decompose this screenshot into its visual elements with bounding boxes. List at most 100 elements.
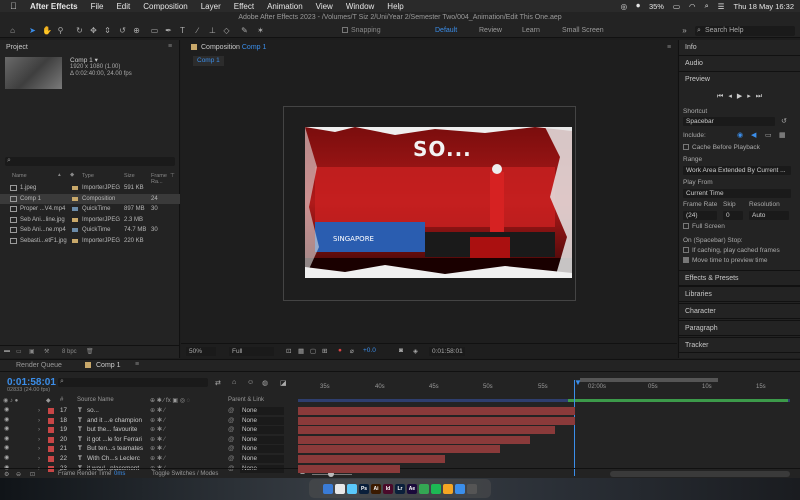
eraser-tool-icon[interactable]: ◇ [222,26,231,35]
eye-icon[interactable]: ◉ [4,416,9,426]
layer-switches[interactable]: ⊕ ✱ ∕ [150,416,165,426]
comp-mini-flowchart-icon[interactable]: ⇄ [215,379,221,387]
layer-switches[interactable]: ⊕ ✱ ∕ [150,425,165,435]
project-search-input[interactable]: ⌕ [5,157,175,166]
timeline-horizontal-scrollbar[interactable] [610,471,790,477]
home-icon[interactable]: ⌂ [8,26,17,35]
menu-edit[interactable]: Edit [116,2,130,11]
workspace-review[interactable]: Review [479,27,502,34]
control-center-icon[interactable]: ☰ [718,2,725,11]
timeline-layer-row[interactable]: ◉ › 17 Tso... ⊕ ✱ ∕ @ None [0,406,296,416]
workspace-small-screen[interactable]: Small Screen [562,27,604,34]
layer-name[interactable]: and it ...e champion [87,416,142,426]
range-dropdown[interactable]: Work Area Extended By Current ... [683,166,791,175]
shortcut-dropdown[interactable]: Spacebar [683,117,775,126]
last-frame-icon[interactable]: ⏭ [756,93,767,100]
playhead-line[interactable] [574,380,575,476]
play-icon[interactable]: ▶ [737,93,747,100]
workspace-menu-icon[interactable]: » [680,26,689,35]
layer-name[interactable]: With Ch...s Leclerc [87,454,140,464]
project-panel-title[interactable]: Project [6,44,28,51]
skip-dropdown[interactable]: 0 [723,211,743,220]
transparency-grid-icon[interactable]: ▦ [298,347,304,355]
brush-tool-icon[interactable]: ∕ [193,26,202,35]
pick-whip-icon[interactable]: @ [228,416,234,426]
full-screen-checkbox[interactable]: Full Screen [683,223,725,230]
mask-visibility-icon[interactable]: ▢ [310,347,316,355]
if-caching-checkbox[interactable]: If caching, play cached frames [683,247,780,254]
trash-icon[interactable] [467,483,477,494]
menu-effect[interactable]: Effect [234,2,254,11]
next-frame-icon[interactable]: ▸ [747,93,756,100]
layer-name[interactable]: so... [87,406,99,416]
expand-render-time-icon[interactable]: ⊡ [30,471,35,478]
parent-dropdown[interactable]: None [240,416,284,425]
comp-viewer-image[interactable]: SINGAPORE SO... [305,127,572,278]
timeline-layer-row[interactable]: ◉ › 18 Tand it ...e champion ⊕ ✱ ∕ @ None [0,416,296,426]
menu-help[interactable]: Help [387,2,403,11]
exposure-value[interactable]: +0.0 [363,347,376,354]
frame-blending-icon[interactable]: ◍ [262,379,268,387]
project-item-row[interactable]: Proper ...V4.mp4 QuickTime 897 MB 30 [0,204,180,214]
layer-label-color[interactable] [48,427,54,434]
layer-duration-bar[interactable] [298,445,500,454]
project-item-row[interactable]: Seb Ani...line.jpg ImporterJPEG 2.3 MB [0,215,180,225]
project-item-label-color[interactable] [72,207,78,211]
rotate-tool-icon[interactable]: ↺ [118,26,127,35]
current-time-display[interactable]: 0:01:58:01 [429,347,465,356]
app-store-icon[interactable] [455,483,465,494]
prev-frame-icon[interactable]: ◂ [728,93,737,100]
indesign-icon[interactable]: Id [383,483,393,494]
after-effects-icon[interactable]: Ae [407,483,417,494]
record-icon[interactable]: ⏺ [636,1,640,11]
adjust-project-icon[interactable]: ⚒ [44,348,49,355]
source-name-header[interactable]: Source Name [77,397,114,403]
layer-name[interactable]: But ten...s teamates [87,444,143,454]
timeline-layer-row[interactable]: ◉ › 20 Tit got ...le for Ferrari ⊕ ✱ ∕ @ None [0,435,296,445]
show-snapshot-icon[interactable]: ◈ [413,347,418,355]
color-management-icon[interactable]: ⌀ [350,347,354,355]
puppet-tool-icon[interactable]: ✶ [256,26,265,35]
play-from-dropdown[interactable]: Current Time [683,189,791,198]
chrome-icon[interactable] [419,483,429,494]
menu-window[interactable]: Window [346,2,374,11]
eye-icon[interactable]: ◉ [4,435,9,445]
project-item-label-color[interactable] [72,238,78,243]
project-item-label-color[interactable] [72,196,78,201]
comp-flow-tab[interactable]: Comp 1 [193,56,224,66]
reset-icon[interactable]: ↺ [781,117,787,125]
menu-file[interactable]: File [91,2,104,11]
project-item-label-color[interactable] [72,228,78,232]
expand-chevron-icon[interactable]: › [38,454,40,464]
parent-dropdown[interactable]: None [240,426,284,435]
graph-editor-icon[interactable]: ◪ [280,379,287,387]
menu-animation[interactable]: Animation [267,2,303,11]
pan-behind-tool-icon[interactable]: ⊕ [132,26,141,35]
composition-tab[interactable]: Composition Comp 1 [191,44,266,51]
eye-icon[interactable]: ◉ [4,444,9,454]
pen-tool-icon[interactable]: ✒ [164,26,173,35]
spotify-icon[interactable] [431,483,441,494]
include-layer-controls-icon[interactable]: ▦ [779,131,786,139]
project-item-row[interactable]: Comp 1 Composition 24 [0,193,180,204]
col-type[interactable]: Type [82,173,94,179]
channels-icon[interactable]: ● [338,347,342,354]
interpret-footage-icon[interactable]: ▬ [4,348,10,354]
snapping-toggle[interactable]: Snapping [342,27,381,34]
safari-icon[interactable] [347,483,357,494]
preview-panel-header[interactable]: Preview [679,72,800,88]
first-frame-icon[interactable]: ⏮ [717,93,728,100]
pick-whip-icon[interactable]: @ [228,425,234,435]
shy-layers-icon[interactable]: ☺ [247,379,254,386]
tab-comp-1[interactable]: Comp 1 [96,362,121,369]
clone-stamp-tool-icon[interactable]: ⊥ [208,26,217,35]
project-item-row[interactable]: 1.jpeg ImporterJPEG 591 KB [0,183,180,193]
sort-icon[interactable]: ▴ [58,172,61,178]
project-item-label-color[interactable] [72,217,78,222]
resolution-dropdown[interactable]: Full [229,347,274,356]
project-item-row[interactable]: Sebasti...etF1.jpg ImporterJPEG 220 KB [0,236,180,246]
libraries-header[interactable]: Libraries [679,286,800,302]
layer-duration-bar[interactable] [298,435,530,444]
menu-app-after-effects[interactable]: After Effects [30,2,78,11]
layer-duration-bar[interactable] [298,407,575,415]
